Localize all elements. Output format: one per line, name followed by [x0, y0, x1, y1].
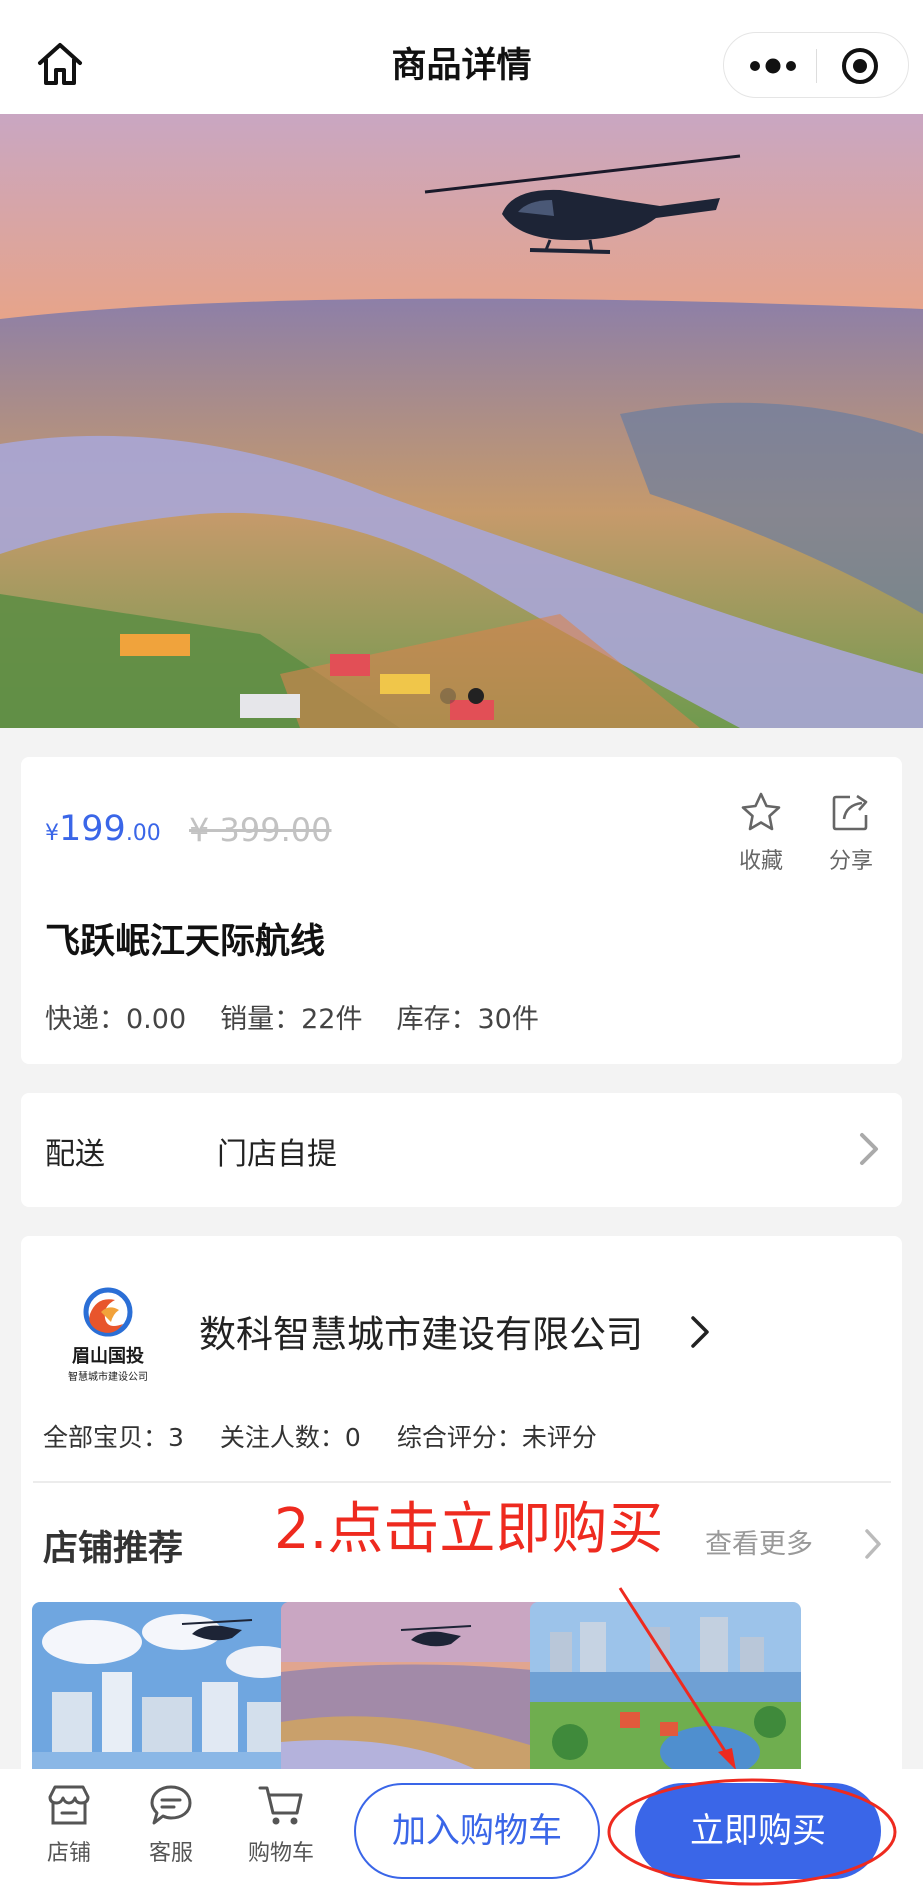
product-hero-image: [0, 114, 923, 728]
shop-logo[interactable]: 眉山国投 智慧城市建设公司: [57, 1284, 159, 1388]
more-button[interactable]: [748, 53, 798, 79]
price-decimal: .00: [125, 821, 161, 846]
chevron-right-icon: [860, 1133, 878, 1165]
chevron-right-icon[interactable]: [689, 1312, 711, 1352]
store-icon: [48, 1785, 90, 1825]
cart-tab-label: 购物车: [247, 1841, 314, 1866]
shop-name[interactable]: 数科智慧城市建设有限公司: [199, 1304, 643, 1358]
delivery-row[interactable]: 配送 门店自提: [21, 1093, 902, 1207]
more-dots-icon: [750, 58, 796, 74]
add-to-cart-button[interactable]: 加入购物车: [354, 1783, 600, 1879]
recommend-title: 店铺推荐: [43, 1529, 184, 1569]
favorite-label: 收藏: [738, 849, 783, 874]
share-label: 分享: [828, 849, 873, 874]
chat-icon: [150, 1785, 192, 1825]
total-items: 全部宝贝：3: [43, 1423, 184, 1452]
shop-rating: 综合评分：未评分: [396, 1423, 597, 1452]
price-integer: 199: [59, 809, 126, 849]
share-button[interactable]: 分享: [811, 791, 891, 875]
divider: [33, 1481, 891, 1483]
shipping-fee: 快递：0.00: [45, 1004, 187, 1035]
logo-sub-text: 智慧城市建设公司: [68, 1370, 148, 1383]
current-price: ¥199.00: [45, 809, 161, 849]
logo-main-text: 眉山国投: [72, 1345, 144, 1367]
navigation-bar: 商品详情: [0, 0, 923, 114]
share-icon: [832, 794, 868, 831]
service-label: 客服: [148, 1841, 193, 1866]
carousel-indicators: [0, 688, 923, 708]
customer-service-tab[interactable]: 客服: [126, 1783, 216, 1867]
cart-icon: [258, 1786, 303, 1825]
buy-now-button[interactable]: 立即购买: [635, 1783, 881, 1879]
shop-logo-image: 眉山国投 智慧城市建设公司: [68, 1287, 148, 1383]
carousel-dot[interactable]: [439, 688, 456, 704]
annotation-text: 2.点击立即购买: [274, 1497, 664, 1562]
store-tab[interactable]: 店铺: [24, 1783, 114, 1867]
star-icon: [741, 792, 781, 831]
product-info-card: ¥199.00 ¥ 399.00 收藏 分享 飞跃岷江天际航线 快递：0.00 销…: [21, 757, 902, 1064]
home-icon: [38, 43, 82, 85]
followers-count: 关注人数：0: [219, 1423, 361, 1452]
original-price: ¥ 399.00: [189, 811, 332, 849]
target-icon: [842, 48, 878, 84]
store-label: 店铺: [46, 1841, 91, 1866]
product-image-carousel[interactable]: [0, 114, 923, 728]
shop-stats: 全部宝贝：3 关注人数：0 综合评分：未评分: [43, 1418, 633, 1454]
delivery-label: 配送: [45, 1137, 105, 1172]
favorite-button[interactable]: 收藏: [721, 791, 801, 875]
carousel-dot-active[interactable]: [467, 688, 484, 704]
capsule-divider: [816, 49, 817, 83]
delivery-value: 门店自提: [217, 1137, 337, 1172]
home-button[interactable]: [34, 38, 86, 90]
mini-program-capsule: [723, 32, 909, 98]
chevron-right-icon[interactable]: [863, 1526, 883, 1562]
stock-count: 库存：30件: [396, 1004, 539, 1035]
close-miniprogram-button[interactable]: [840, 46, 880, 86]
sales-count: 销量：22件: [220, 1004, 363, 1035]
product-stats: 快递：0.00 销量：22件 库存：30件: [45, 997, 573, 1036]
price-symbol: ¥: [45, 821, 59, 846]
cart-tab[interactable]: 购物车: [236, 1783, 326, 1867]
view-more-link[interactable]: 查看更多: [705, 1522, 813, 1561]
product-title: 飞跃岷江天际航线: [45, 922, 326, 962]
bottom-action-bar: 店铺 客服 购物车 加入购物车 立即购买: [0, 1769, 923, 1888]
